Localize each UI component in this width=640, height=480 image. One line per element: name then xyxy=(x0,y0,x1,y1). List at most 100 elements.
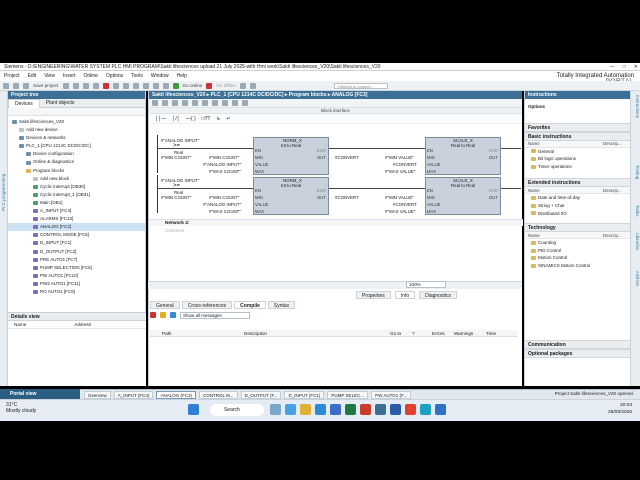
col-name[interactable]: Name xyxy=(525,188,603,193)
scale-min-operand[interactable]: #"MIN VALUE" xyxy=(385,195,414,200)
editor-tool-icon[interactable] xyxy=(192,100,198,106)
tree-item[interactable]: D_OUTPUT [FC2] xyxy=(8,248,145,256)
tab-properties[interactable]: Properties xyxy=(356,290,391,299)
delete-icon[interactable] xyxy=(102,82,109,89)
go-online-icon[interactable] xyxy=(172,82,179,89)
undo-icon[interactable] xyxy=(112,82,119,89)
tree-item[interactable]: Online & diagnostics xyxy=(8,158,145,166)
tree-item[interactable]: D_INPUT [FC1] xyxy=(8,239,145,247)
norm-min-operand[interactable]: #"MIN COUNT" xyxy=(209,195,239,200)
compare-operand-bottom[interactable]: #"MIN COUNT" xyxy=(161,155,191,160)
editor-tool-icon[interactable] xyxy=(202,100,208,106)
editor-task-button[interactable]: D_INPUT (FC1) xyxy=(284,390,325,399)
project-search-input[interactable]: <Search in project> xyxy=(334,83,388,89)
col-question[interactable]: ? xyxy=(412,331,415,336)
tree-item[interactable]: Sakti lifesciences_V20 xyxy=(8,118,145,126)
portal-view-button[interactable]: Portal view xyxy=(0,389,80,399)
compile-icon[interactable] xyxy=(132,82,139,89)
cross-reference-icon[interactable] xyxy=(249,82,256,89)
instruction-folder[interactable]: String + Char xyxy=(525,202,630,210)
taskbar-search[interactable]: Search xyxy=(210,404,264,416)
instruction-folder[interactable]: Counting xyxy=(525,239,630,247)
menu-view[interactable]: View xyxy=(44,73,55,79)
tree-item[interactable]: Devices & networks xyxy=(8,134,145,142)
tree-item[interactable]: Program blocks xyxy=(8,167,145,175)
instruction-folder[interactable]: Motion Control xyxy=(525,254,630,262)
go-offline-button[interactable]: Go offline xyxy=(216,83,236,88)
editor-task-button[interactable]: Overview xyxy=(84,390,111,399)
col-errors[interactable]: Errors xyxy=(432,331,445,336)
norm-value-operand[interactable]: #"ANALOG INPUT" xyxy=(203,162,241,167)
store-icon[interactable] xyxy=(330,404,341,415)
tree-item[interactable]: PRE AUTO1 [FC7] xyxy=(8,256,145,264)
tree-item[interactable]: A_INPUT [FC4] xyxy=(8,207,145,215)
windows-start-icon[interactable] xyxy=(188,404,199,415)
compare-operand-bottom[interactable]: #"MIN COUNT" xyxy=(161,195,191,200)
norm-out-operand[interactable]: #CONVERT xyxy=(335,195,359,200)
ladder-canvas[interactable]: #"ANALOG INPUT" >= Real #"MIN COUNT" NORM_X I… xyxy=(149,133,523,265)
scale-min-operand[interactable]: #"MIN VALUE" xyxy=(385,155,414,160)
instruction-folder[interactable]: Date and time-of-day xyxy=(525,194,630,202)
communication-section[interactable]: Communication xyxy=(525,339,630,349)
empty-box-icon[interactable]: □?? xyxy=(202,116,211,122)
menu-options[interactable]: Options xyxy=(106,73,123,79)
technology-section[interactable]: Technology xyxy=(525,223,630,233)
tab-devices[interactable]: Devices xyxy=(8,98,40,108)
editor-tool-icon[interactable] xyxy=(242,100,248,106)
favorites-section[interactable]: Favorites xyxy=(525,122,630,132)
editor-task-button[interactable]: D_OUTPUT (F... xyxy=(240,390,282,399)
vtab-testing[interactable]: Testing xyxy=(635,165,640,179)
no-contact-icon[interactable]: ││— xyxy=(155,116,166,122)
editor-tool-icon[interactable] xyxy=(152,100,158,106)
col-time[interactable]: Time xyxy=(486,331,496,336)
col-description[interactable]: Descrip... xyxy=(603,233,622,238)
details-col-address[interactable]: Address xyxy=(74,321,91,329)
vtab-instructions[interactable]: Instructions xyxy=(635,95,640,118)
col-name[interactable]: Name xyxy=(525,141,603,146)
menu-window[interactable]: Window xyxy=(151,73,169,79)
message-filter-select[interactable]: Show all messages xyxy=(180,311,250,319)
close-branch-icon[interactable]: ↵ xyxy=(226,116,230,122)
copy-icon[interactable] xyxy=(82,82,89,89)
edge-icon[interactable] xyxy=(315,404,326,415)
norm-min-operand[interactable]: #"MIN COUNT" xyxy=(209,155,239,160)
tree-item[interactable]: PUMP SELECTION [FC6] xyxy=(8,264,145,272)
accessible-devices-icon[interactable] xyxy=(239,82,246,89)
tab-compile[interactable]: Compile xyxy=(234,300,266,309)
extended-instructions-section[interactable]: Extended instructions xyxy=(525,178,630,188)
word-icon[interactable] xyxy=(390,404,401,415)
simulation-icon[interactable] xyxy=(162,82,169,89)
menu-help[interactable]: Help xyxy=(177,73,187,79)
instruction-folder[interactable]: Timer operations xyxy=(525,163,630,171)
tree-item[interactable]: Cyclic interrupt_1 [OB31] xyxy=(8,191,145,199)
scale-max-operand[interactable]: #"MAX VALUE" xyxy=(385,169,415,174)
system-clock[interactable]: 20:03 28/08/2026 xyxy=(608,402,632,416)
download-icon[interactable] xyxy=(142,82,149,89)
editor-task-button[interactable]: PUMP SELEC... xyxy=(327,390,369,399)
tree-item[interactable]: Add new device xyxy=(8,126,145,134)
tree-item[interactable]: Device configuration xyxy=(8,150,145,158)
chrome-icon[interactable] xyxy=(405,404,416,415)
redo-icon[interactable] xyxy=(122,82,129,89)
error-filter-icon[interactable] xyxy=(150,312,156,318)
open-project-icon[interactable] xyxy=(13,82,19,89)
maximize-icon[interactable]: □ xyxy=(623,64,626,70)
editor-tool-icon[interactable] xyxy=(212,100,218,106)
plc-programming-tab[interactable]: PLC programming xyxy=(1,174,6,211)
basic-instructions-section[interactable]: Basic instructions xyxy=(525,131,630,141)
save-project-button[interactable]: Save project xyxy=(33,83,59,88)
editor-task-button[interactable]: CONTROL M... xyxy=(198,390,238,399)
norm-max-operand[interactable]: #"MAX COUNT" xyxy=(209,209,241,214)
app-icon[interactable] xyxy=(360,404,371,415)
vtab-add-ins[interactable]: Add-ins xyxy=(635,271,640,286)
zoom-select[interactable]: 100% xyxy=(406,281,446,288)
compare-operand-top[interactable]: #"ANALOG INPUT" xyxy=(161,138,199,143)
compare-operand-top[interactable]: #"ANALOG INPUT" xyxy=(161,178,199,183)
network-2-title[interactable]: Network 2: xyxy=(149,219,523,226)
tree-item[interactable]: ALARMS [FC13] xyxy=(8,215,145,223)
save-icon[interactable] xyxy=(23,82,29,89)
menu-tools[interactable]: Tools xyxy=(131,73,143,79)
tab-general[interactable]: General xyxy=(150,300,180,309)
info-filter-icon[interactable] xyxy=(170,312,176,318)
tab-info[interactable]: Info xyxy=(394,290,416,299)
